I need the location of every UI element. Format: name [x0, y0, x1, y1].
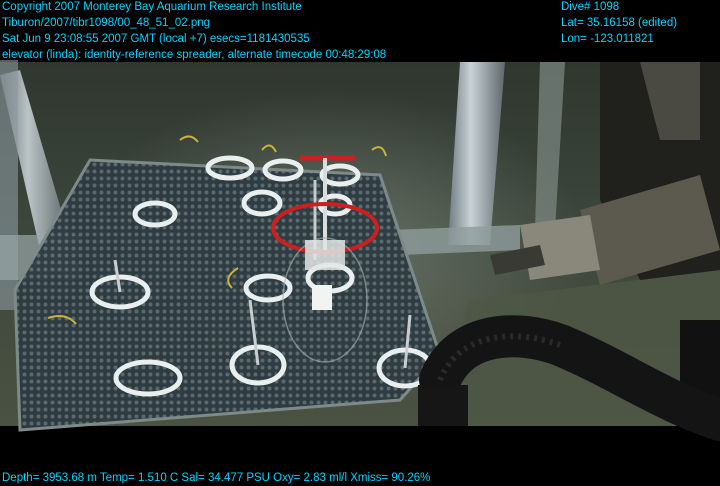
overlay-top-left: Copyright 2007 Monterey Bay Aquarium Res…: [2, 0, 386, 63]
overlay-top-right: Dive# 1098 Lat= 35.16158 (edited) Lon= -…: [561, 0, 677, 47]
dive-text: Dive# 1098: [561, 1, 620, 13]
longitude-text: Lon= -123.011821: [561, 33, 654, 45]
overlay-bottom: Depth= 3953.68 m Temp= 1.510 C Sal= 34.4…: [2, 470, 430, 486]
sensor-readout: Depth= 3953.68 m Temp= 1.510 C Sal= 34.4…: [2, 472, 431, 484]
latitude-text: Lat= 35.16158 (edited): [561, 17, 678, 29]
underwater-scene: [0, 0, 720, 486]
timestamp-text: Sat Jun 9 23:08:55 2007 GMT (local +7) e…: [2, 33, 310, 45]
copyright-text: Copyright 2007 Monterey Bay Aquarium Res…: [2, 1, 302, 13]
mesh-platform: [15, 160, 440, 430]
filename-text: Tiburon/2007/tibr1098/00_48_51_02.png: [2, 17, 211, 29]
description-text: elevator (linda): identity-reference spr…: [2, 49, 387, 61]
